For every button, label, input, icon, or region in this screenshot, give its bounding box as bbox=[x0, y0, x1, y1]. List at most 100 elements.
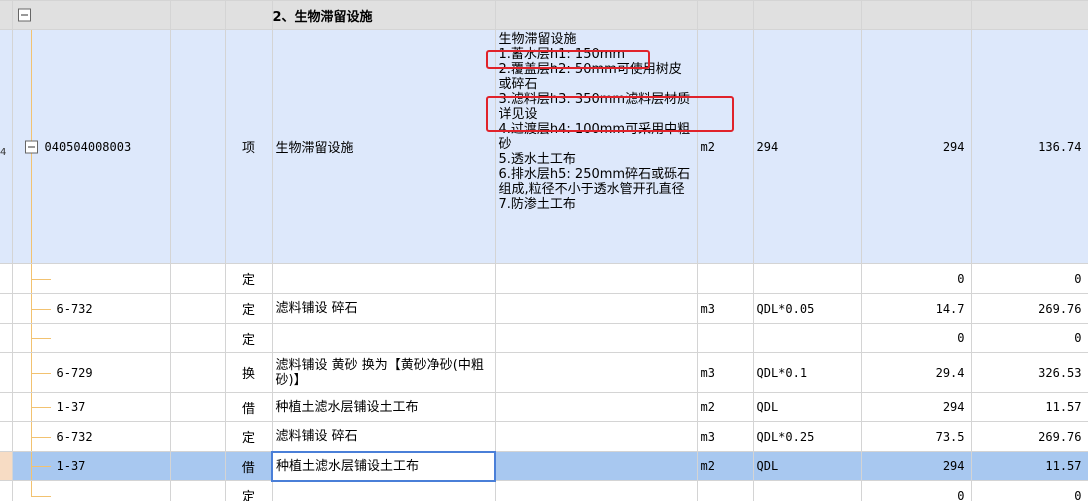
sub-item-price: 11.57 bbox=[970, 392, 1088, 422]
sub-item-name[interactable] bbox=[271, 480, 496, 501]
sub-code-cell[interactable] bbox=[11, 323, 171, 353]
sub-item-type: 定 bbox=[224, 263, 273, 294]
main-item-type: 项 bbox=[224, 29, 273, 264]
sub-item-expr[interactable] bbox=[752, 263, 862, 294]
sub-item-expr[interactable]: QDL bbox=[752, 392, 862, 422]
sub-item-qty: 0 bbox=[860, 323, 972, 353]
sub-item-feature[interactable] bbox=[494, 451, 698, 481]
sub-item-qty: 14.7 bbox=[860, 293, 972, 324]
sub-item-qty: 0 bbox=[860, 480, 972, 501]
feature-line: 4.过渡层h4: 100mm可采用中粗砂 bbox=[498, 122, 691, 152]
row-indicator bbox=[0, 451, 13, 481]
blank-cell bbox=[169, 29, 226, 264]
main-item-qty: 294 bbox=[860, 29, 972, 264]
row-indicator bbox=[0, 263, 13, 294]
sub-item-unit bbox=[696, 480, 754, 501]
main-item-name[interactable]: 生物滞留设施 bbox=[271, 29, 496, 264]
sub-item-name[interactable]: 滤料铺设 黄砂 换为【黄砂净砂(中粗砂)】 bbox=[271, 352, 496, 393]
sub-item-code: 1-37 bbox=[56, 459, 86, 473]
sub-item-price: 0 bbox=[970, 323, 1088, 353]
row-indicator bbox=[0, 293, 13, 324]
sub-item-row[interactable]: 1-37 借种植土滤水层铺设土工布 m2 QDL 294 11.57 bbox=[0, 450, 1088, 482]
main-item-price: 136.74 bbox=[970, 29, 1088, 264]
sub-item-feature[interactable] bbox=[494, 352, 698, 393]
sub-item-row[interactable]: 定 00 bbox=[0, 263, 1088, 294]
blank-cell bbox=[169, 421, 226, 452]
sub-item-row[interactable]: 6-729 换滤料铺设 黄砂 换为【黄砂净砂(中粗砂)】 m3 QDL*0.1 29.4… bbox=[0, 352, 1088, 393]
sub-item-feature[interactable] bbox=[494, 263, 698, 294]
sub-item-feature[interactable] bbox=[494, 323, 698, 353]
row-indicator: 4 bbox=[0, 29, 13, 264]
sub-item-type: 定 bbox=[224, 293, 273, 324]
feature-description[interactable]: 生物滞留设施 1.蓄水层h1: 150mm 2.覆盖层h2: 50mm可使用树皮或碎… bbox=[494, 29, 698, 264]
sub-code-cell[interactable] bbox=[11, 480, 171, 501]
row-indicator bbox=[0, 352, 13, 393]
sub-item-name[interactable]: 滤料铺设 碎石 bbox=[271, 293, 496, 324]
sub-item-row[interactable]: 定 00 bbox=[0, 480, 1088, 501]
sub-item-name[interactable] bbox=[271, 263, 496, 294]
sub-item-row[interactable]: 定 00 bbox=[0, 323, 1088, 353]
sub-item-name[interactable]: 种植土滤水层铺设土工布 bbox=[271, 450, 496, 482]
blank-cell bbox=[169, 451, 226, 481]
blank-cell bbox=[169, 352, 226, 393]
sub-code-cell[interactable]: 6-732 bbox=[11, 421, 171, 452]
feature-line: 6.排水层h5: 250mm碎石或砾石组成,粒径不小于透水管开孔直径 bbox=[498, 167, 691, 197]
blank-cell bbox=[169, 480, 226, 501]
sub-item-expr[interactable]: QDL*0.05 bbox=[752, 293, 862, 324]
main-code-cell[interactable]: 040504008003 bbox=[11, 29, 171, 264]
feature-line: 1.蓄水层h1: 150mm bbox=[498, 47, 626, 62]
sub-item-row[interactable]: 6-732 定滤料铺设 碎石 m3 QDL*0.25 73.5 269.76 bbox=[0, 421, 1088, 452]
sub-item-qty: 294 bbox=[860, 451, 972, 481]
sub-item-qty: 29.4 bbox=[860, 352, 972, 393]
sub-item-feature[interactable] bbox=[494, 421, 698, 452]
feature-line: 5.透水土工布 bbox=[498, 152, 576, 167]
sub-code-cell[interactable]: 1-37 bbox=[11, 392, 171, 422]
sub-item-unit: m2 bbox=[696, 392, 754, 422]
sub-item-expr[interactable] bbox=[752, 323, 862, 353]
collapse-icon[interactable] bbox=[24, 140, 38, 153]
sub-code-cell[interactable]: 1-37 bbox=[11, 451, 171, 481]
sub-item-name[interactable]: 种植土滤水层铺设土工布 bbox=[271, 392, 496, 422]
sub-item-price: 11.57 bbox=[970, 451, 1088, 481]
main-item-expr[interactable]: 294 bbox=[752, 29, 862, 264]
sub-item-price: 269.76 bbox=[970, 293, 1088, 324]
blank-cell bbox=[169, 263, 226, 294]
sub-item-price: 269.76 bbox=[970, 421, 1088, 452]
budget-grid: 2、生物滞留设施 4 040504008003 项 生物滞留设施 生物滞留设施 1… bbox=[0, 0, 1088, 501]
sub-item-unit: m3 bbox=[696, 293, 754, 324]
collapse-icon[interactable] bbox=[17, 8, 31, 22]
sub-item-unit: m3 bbox=[696, 352, 754, 393]
row-indicator bbox=[0, 421, 13, 452]
row-indicator bbox=[0, 480, 13, 501]
feature-line: 2.覆盖层h2: 50mm可使用树皮或碎石 bbox=[498, 62, 682, 92]
sub-item-unit bbox=[696, 323, 754, 353]
sub-item-feature[interactable] bbox=[494, 480, 698, 501]
sub-item-feature[interactable] bbox=[494, 392, 698, 422]
sub-item-expr[interactable]: QDL*0.1 bbox=[752, 352, 862, 393]
blank-cell bbox=[169, 392, 226, 422]
sub-item-type: 定 bbox=[224, 480, 273, 501]
row-indicator bbox=[0, 0, 13, 30]
group-header-row[interactable]: 2、生物滞留设施 bbox=[0, 0, 1088, 30]
main-item-row[interactable]: 4 040504008003 项 生物滞留设施 生物滞留设施 1.蓄水层h1: 1… bbox=[0, 29, 1088, 264]
sub-item-type: 借 bbox=[224, 451, 273, 481]
row-indicator bbox=[0, 323, 13, 353]
sub-item-qty: 0 bbox=[860, 263, 972, 294]
sub-code-cell[interactable]: 6-729 bbox=[11, 352, 171, 393]
sub-item-type: 定 bbox=[224, 323, 273, 353]
sub-item-price: 0 bbox=[970, 263, 1088, 294]
sub-item-row[interactable]: 6-732 定滤料铺设 碎石 m3 QDL*0.05 14.7 269.76 bbox=[0, 293, 1088, 324]
sub-item-name[interactable] bbox=[271, 323, 496, 353]
sub-item-feature[interactable] bbox=[494, 293, 698, 324]
sub-item-code: 6-729 bbox=[56, 365, 93, 380]
sub-item-row[interactable]: 1-37 借种植土滤水层铺设土工布 m2 QDL 294 11.57 bbox=[0, 392, 1088, 422]
sub-code-cell[interactable] bbox=[11, 263, 171, 294]
group-title: 2、生物滞留设施 bbox=[271, 0, 496, 30]
sub-item-price: 0 bbox=[970, 480, 1088, 501]
sub-code-cell[interactable]: 6-732 bbox=[11, 293, 171, 324]
sub-item-expr[interactable]: QDL bbox=[752, 451, 862, 481]
sub-item-expr[interactable] bbox=[752, 480, 862, 501]
sub-item-expr[interactable]: QDL*0.25 bbox=[752, 421, 862, 452]
sub-item-type: 换 bbox=[224, 352, 273, 393]
sub-item-name[interactable]: 滤料铺设 碎石 bbox=[271, 421, 496, 452]
